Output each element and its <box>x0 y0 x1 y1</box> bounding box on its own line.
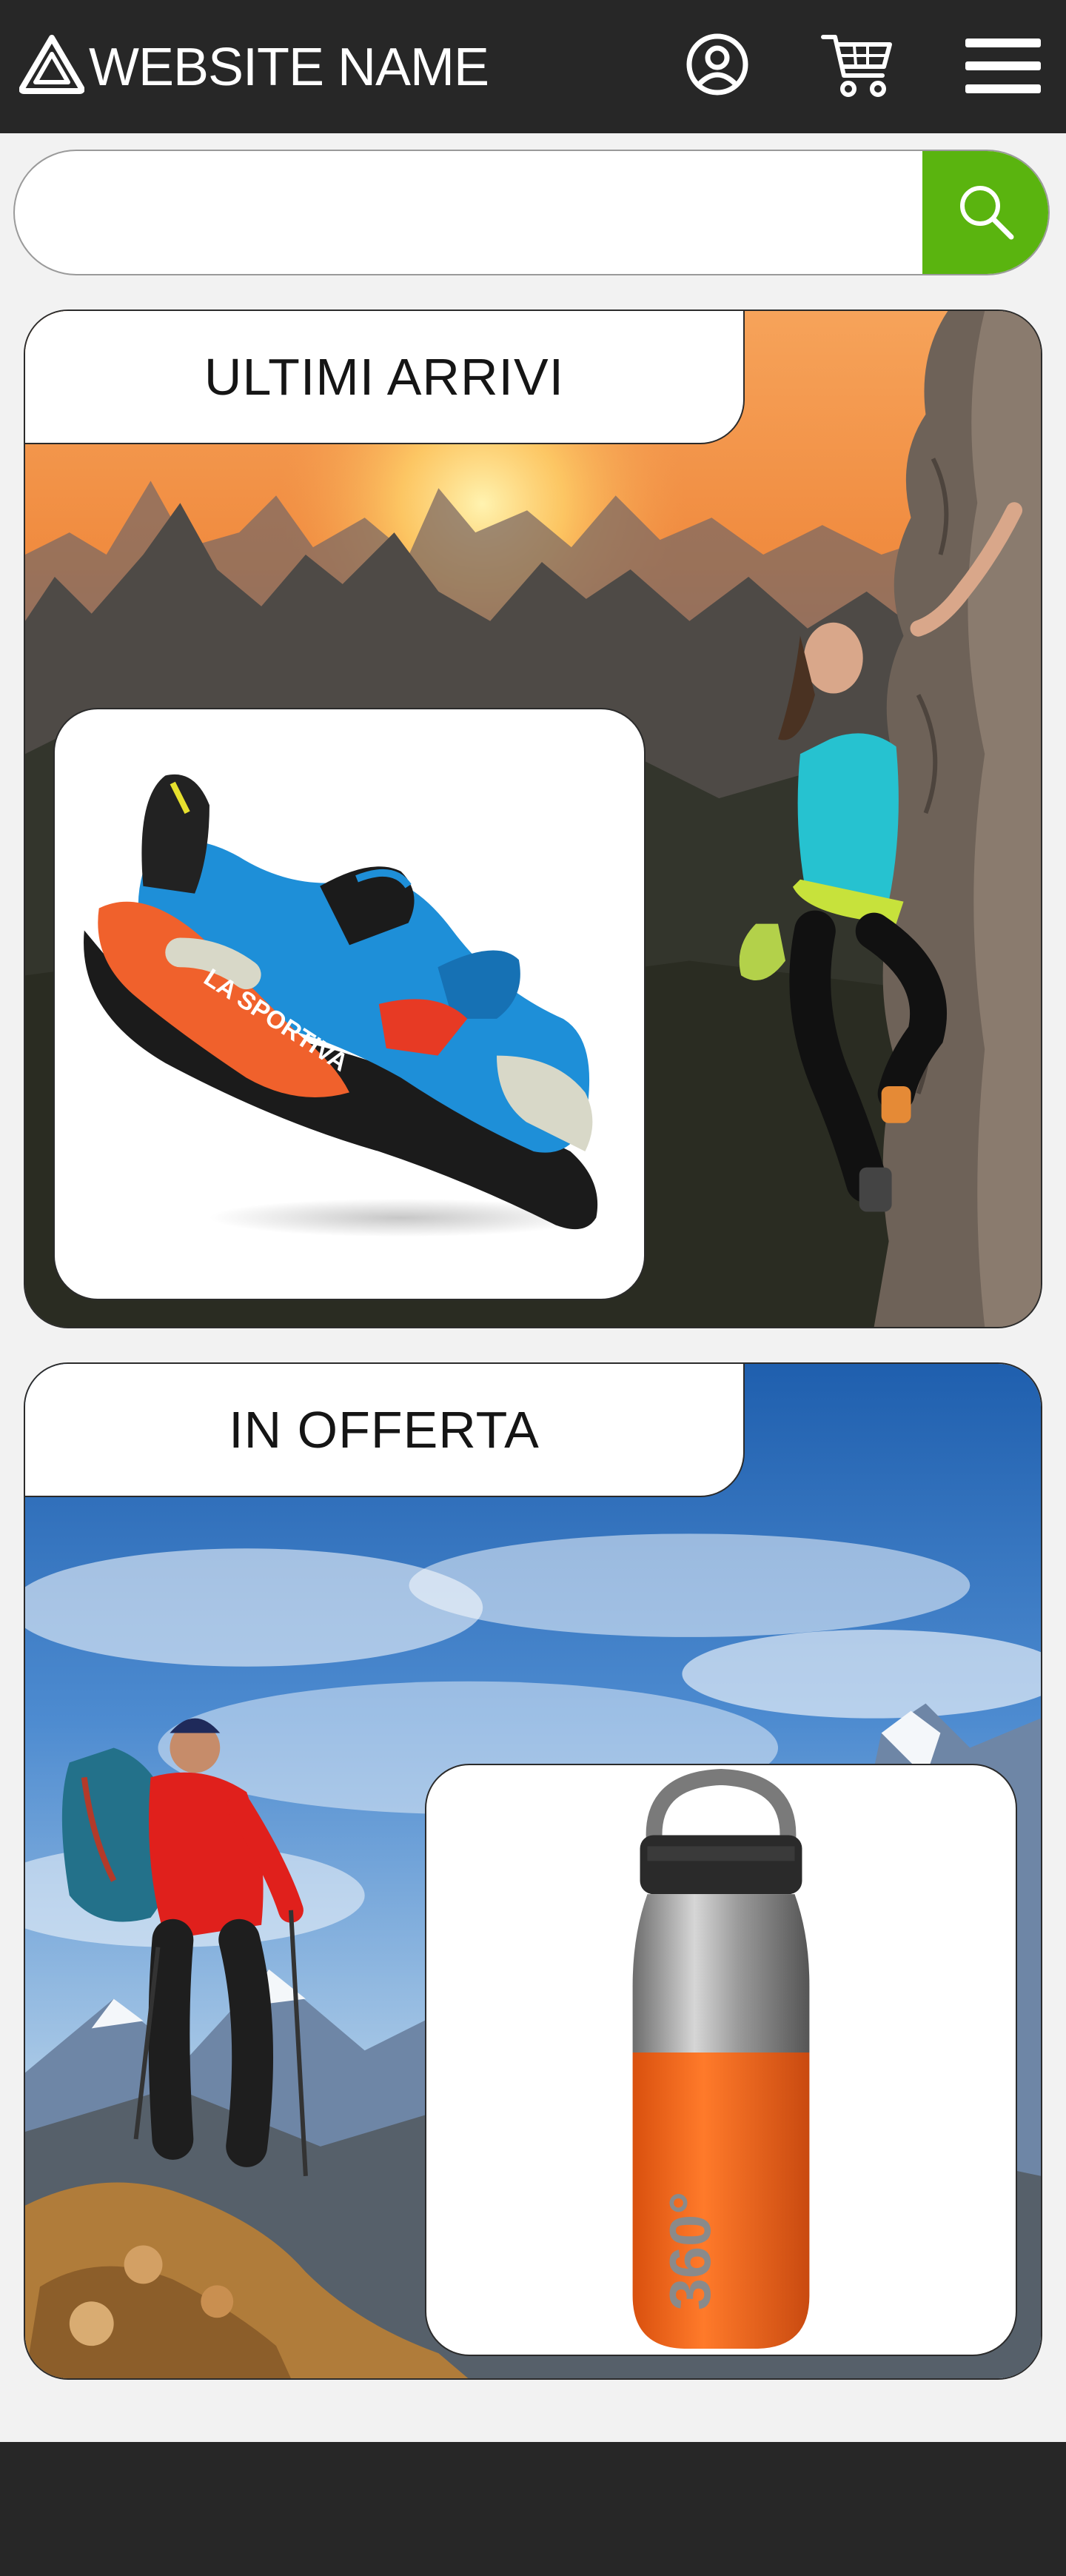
shopping-cart-icon[interactable] <box>820 30 894 101</box>
section-title[interactable]: IN OFFERTA <box>25 1364 745 1497</box>
search-bar <box>13 150 1050 275</box>
section-title[interactable]: ULTIMI ARRIVI <box>25 311 745 444</box>
search-input[interactable] <box>15 151 924 274</box>
search-icon <box>960 186 1014 240</box>
search-button[interactable] <box>922 151 1048 274</box>
new-arrivals-card[interactable]: ULTIMI ARRIVI LA SPORTIVA <box>24 310 1042 1328</box>
site-name[interactable]: WEBSITE NAME <box>89 34 489 101</box>
product-card[interactable]: 360° <box>425 1764 1017 2356</box>
water-bottle-image: 360° <box>632 1768 810 2349</box>
on-sale-card[interactable]: IN OFFERTA 360° <box>24 1362 1042 2380</box>
triangle-logo-icon[interactable] <box>19 33 84 94</box>
hamburger-menu-icon[interactable] <box>962 33 1044 99</box>
bottle-brand-text: 360° <box>659 2192 723 2311</box>
user-circle-icon[interactable] <box>684 31 751 98</box>
site-header: WEBSITE NAME <box>0 0 1066 133</box>
site-footer <box>0 2442 1066 2576</box>
climbing-shoe-image: LA SPORTIVA <box>84 774 598 1237</box>
product-card[interactable]: LA SPORTIVA <box>53 708 646 1300</box>
